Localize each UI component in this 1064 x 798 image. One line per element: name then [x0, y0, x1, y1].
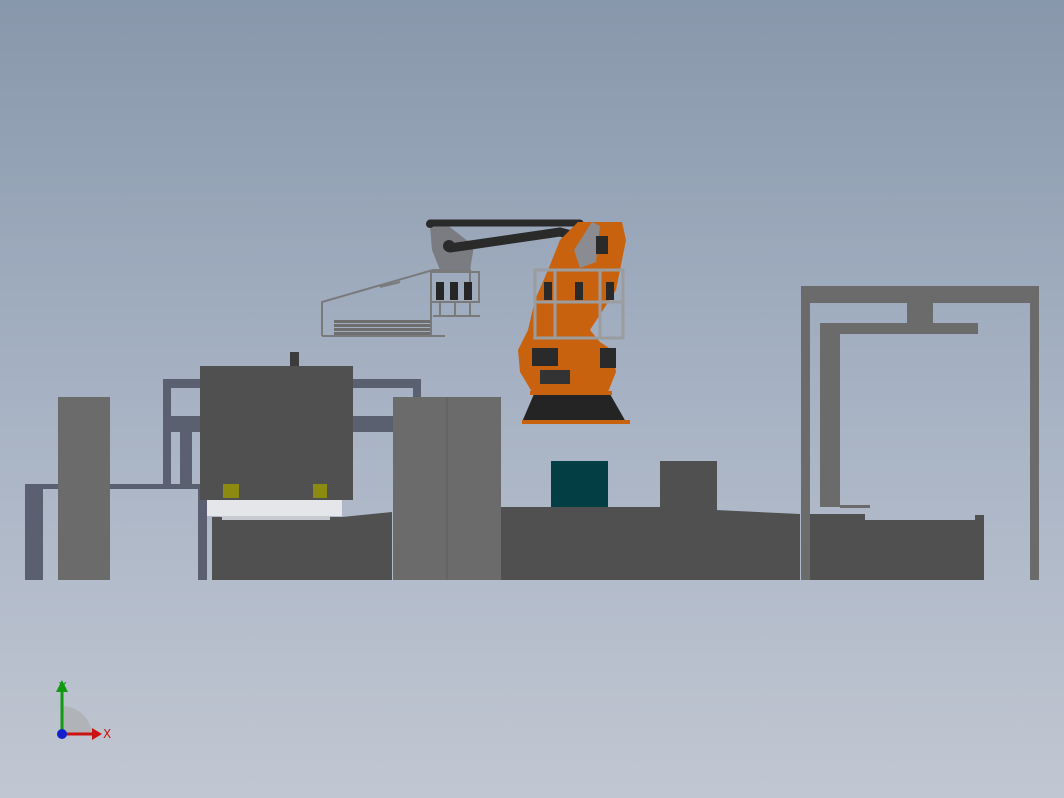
left-pillar [58, 397, 110, 580]
machine-block [200, 352, 353, 520]
z-axis-dot [57, 729, 67, 739]
yellow-marker-left [223, 484, 239, 498]
triad-arc [62, 705, 92, 734]
cad-viewport[interactable]: Y X [0, 0, 1064, 798]
teal-pallet-box [551, 461, 608, 507]
central-column [393, 397, 501, 580]
palletizing-cell-model[interactable] [0, 0, 1064, 798]
left-conveyor-frame [25, 484, 215, 580]
gripper-fork-stack [334, 320, 430, 335]
gripper-slats [436, 282, 472, 300]
x-axis-label: X [103, 727, 111, 741]
coordinate-triad: Y X [56, 680, 111, 741]
x-axis-arrow [92, 728, 102, 740]
yellow-marker-right [313, 484, 327, 498]
grey-box [660, 461, 717, 510]
y-axis-label: Y [58, 680, 67, 694]
